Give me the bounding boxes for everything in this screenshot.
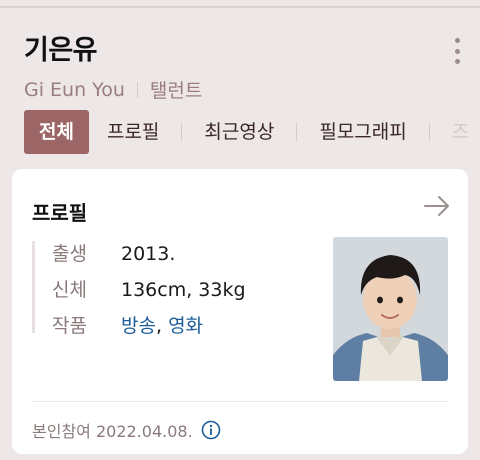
works-row: 작품 방송, 영화 [52,311,203,338]
subtitle-divider [136,81,138,98]
profile-card: 프로필 출생 2013. 신체 136cm, 33kg 작품 방송, 영화 본인… [12,169,468,454]
body-label: 신체 [52,279,87,301]
occupation-label: 탤런트 [149,80,203,102]
self-participation-date: 본인참여 2022.04.08. [32,422,193,441]
tab-divider [428,123,430,141]
tab-profile[interactable]: 프로필 [97,110,169,154]
broadcast-link[interactable]: 방송 [121,315,156,337]
update-info: 본인참여 2022.04.08. [32,418,221,442]
tab-recent-videos[interactable]: 최근영상 [194,110,284,154]
body-row: 신체 136cm, 33kg [52,275,246,302]
more-options-icon[interactable] [454,38,460,64]
tab-bar: 전체 프로필 최근영상 필모그래피 즈 [24,110,480,154]
child-portrait-image [333,237,448,381]
card-title[interactable]: 프로필 [32,197,87,226]
top-divider [0,0,480,8]
english-name: Gi Eun You [24,78,125,101]
info-icon[interactable] [201,420,221,440]
works-label: 작품 [52,315,87,337]
page-title: 기은유 [24,35,98,66]
tab-overflow[interactable]: 즈 [442,110,479,154]
card-divider [32,401,448,402]
tab-all[interactable]: 전체 [24,110,89,154]
birth-value: 2013. [121,243,176,265]
profile-info: 출생 2013. 신체 136cm, 33kg 작품 방송, 영화 [32,239,252,337]
profile-photo[interactable] [333,237,448,381]
tab-divider [181,123,183,141]
tab-divider [296,123,298,141]
subtitle: Gi Eun You 탤런트 [24,76,202,103]
birth-label: 출생 [52,243,87,265]
arrow-right-icon[interactable] [424,195,450,217]
works-separator: , [155,315,163,337]
movie-link[interactable]: 영화 [168,315,203,337]
birth-row: 출생 2013. [52,239,175,266]
profile-header: 기은유 [24,28,464,67]
tab-filmography[interactable]: 필모그래피 [309,110,416,154]
body-value: 136cm, 33kg [121,279,246,301]
